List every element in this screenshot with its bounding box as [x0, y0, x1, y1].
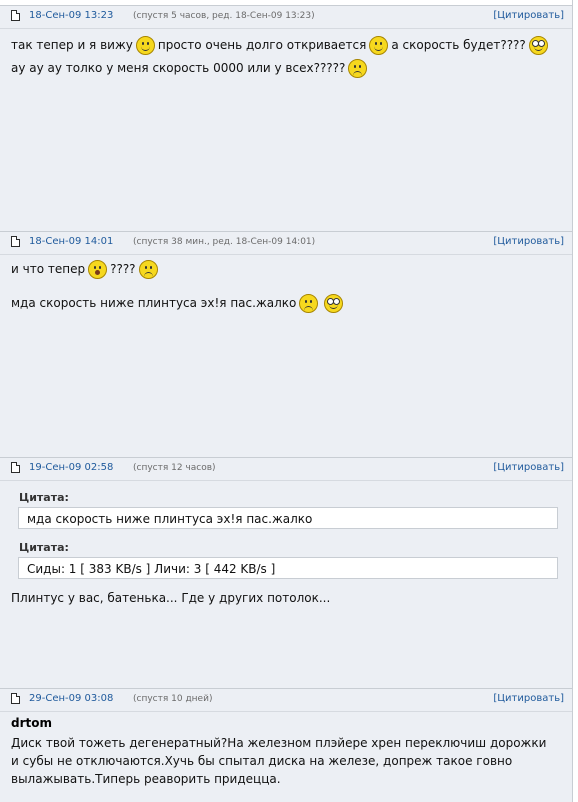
- post-body: и что тепер ???? мда скорость ниже плинт…: [11, 258, 346, 315]
- quote-button[interactable]: [Цитировать]: [493, 236, 564, 247]
- quote-label: Цитата:: [19, 541, 69, 554]
- post-text: а скорость будет????: [391, 38, 526, 52]
- post: 18-Сен-09 14:01 (спустя 38 мин., ред. 18…: [0, 231, 573, 457]
- post-link-icon[interactable]: [11, 693, 20, 704]
- post-link-icon[interactable]: [11, 236, 20, 247]
- smile-icon: [135, 36, 155, 55]
- post-text: ????: [110, 262, 136, 276]
- post-meta: (спустя 12 часов): [133, 463, 216, 473]
- post-body: так тепер и я вижу просто очень долго от…: [11, 34, 551, 80]
- post-date-link[interactable]: 19-Сен-09 02:58: [29, 462, 113, 473]
- quote-button[interactable]: [Цитировать]: [493, 10, 564, 21]
- post-link-icon[interactable]: [11, 462, 20, 473]
- post-header: 19-Сен-09 02:58 (спустя 12 часов) [Цитир…: [0, 457, 573, 481]
- shocked-icon: [88, 260, 108, 279]
- post-header: 18-Сен-09 13:23 (спустя 5 часов, ред. 18…: [0, 5, 573, 29]
- post-body: Плинтус у вас, батенька... Где у других …: [11, 587, 330, 610]
- post-meta: (спустя 10 дней): [133, 694, 213, 704]
- post-text: и субы не отключаются.Хучь бы спытал дис…: [11, 754, 513, 768]
- rolleyes-icon: [324, 294, 344, 313]
- post-text: так тепер и я вижу: [11, 38, 133, 52]
- post: 29-Сен-09 03:08 (спустя 10 дней) [Цитиро…: [0, 688, 573, 802]
- posts-container: 18-Сен-09 13:23 (спустя 5 часов, ред. 18…: [0, 0, 573, 802]
- quoted-author: drtom: [11, 716, 52, 730]
- post-date-link[interactable]: 18-Сен-09 14:01: [29, 236, 113, 247]
- rolleyes-icon: [528, 36, 548, 55]
- post: 19-Сен-09 02:58 (спустя 12 часов) [Цитир…: [0, 457, 573, 688]
- quote-box: Сиды: 1 [ 383 KB/s ] Личи: 3 [ 442 KB/s …: [18, 557, 558, 579]
- post-header: 29-Сен-09 03:08 (спустя 10 дней) [Цитиро…: [0, 688, 573, 712]
- sad-icon: [138, 260, 158, 279]
- quote-button[interactable]: [Цитировать]: [493, 462, 564, 473]
- post-text: Плинтус у вас, батенька... Где у других …: [11, 591, 331, 605]
- quote-label: Цитата:: [19, 491, 69, 504]
- post-body: Диск твой тожеть дегенератный?На железно…: [11, 734, 546, 788]
- sad-icon: [348, 59, 368, 78]
- post: 18-Сен-09 13:23 (спустя 5 часов, ред. 18…: [0, 5, 573, 231]
- cry-icon: [299, 294, 319, 313]
- right-border: [572, 0, 578, 802]
- post-date-link[interactable]: 29-Сен-09 03:08: [29, 693, 113, 704]
- post-text: вылажывать.Типерь реаворить придецца.: [11, 772, 281, 786]
- post-text: мда скорость ниже плинтуса эх!я пас.жалк…: [11, 296, 297, 310]
- post-text: просто очень долго откривается: [157, 38, 367, 52]
- post-header: 18-Сен-09 14:01 (спустя 38 мин., ред. 18…: [0, 231, 573, 255]
- post-link-icon[interactable]: [11, 10, 20, 21]
- quote-button[interactable]: [Цитировать]: [493, 693, 564, 704]
- post-meta: (спустя 5 часов, ред. 18-Сен-09 13:23): [133, 11, 315, 21]
- post-text: ау ау ау толко у меня скорость 0000 или …: [11, 61, 346, 75]
- post-text: Диск твой тожеть дегенератный?На железно…: [11, 736, 547, 750]
- quote-box: мда скорость ниже плинтуса эх!я пас.жалк…: [18, 507, 558, 529]
- post-meta: (спустя 38 мин., ред. 18-Сен-09 14:01): [133, 237, 316, 247]
- smile-icon: [369, 36, 389, 55]
- post-text: и что тепер: [11, 262, 86, 276]
- post-date-link[interactable]: 18-Сен-09 13:23: [29, 10, 113, 21]
